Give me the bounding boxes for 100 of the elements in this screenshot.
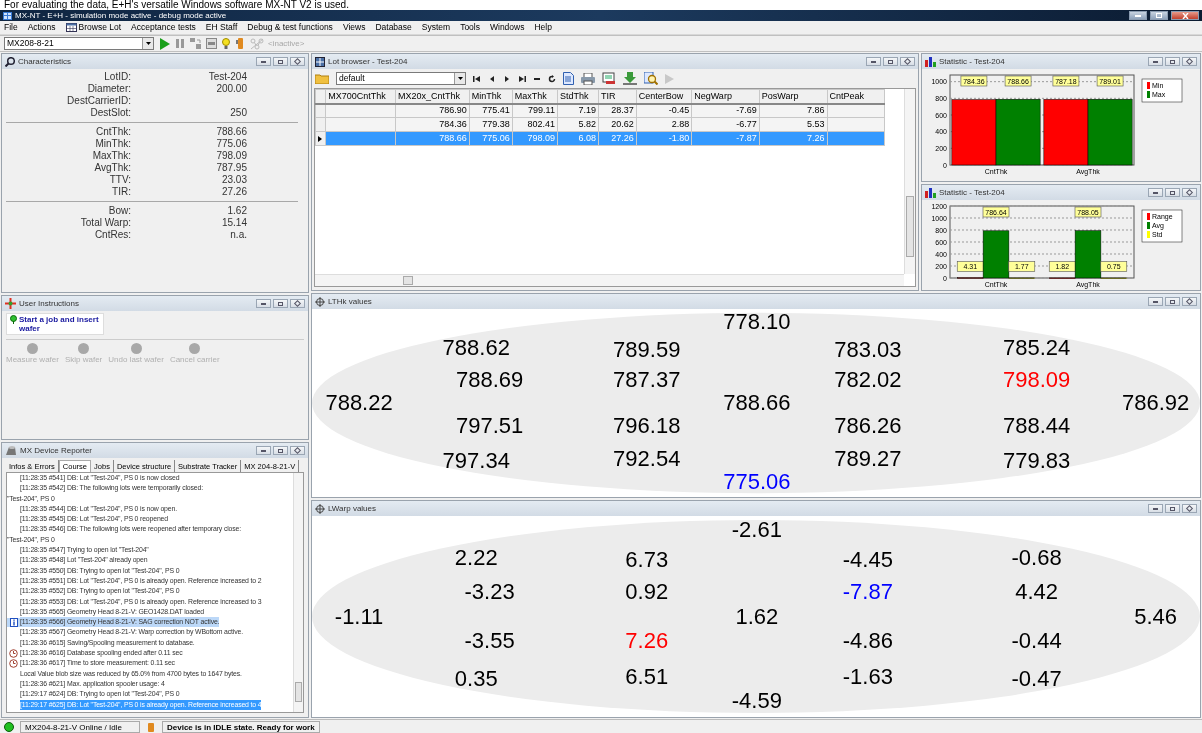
column-header[interactable]: MinThk [469, 89, 513, 104]
device-dropdown[interactable]: MX208-8-21 [4, 37, 154, 50]
table-row[interactable]: 786.90 775.41 799.11 7.19 28.37 -0.45 -7.69 7.86 [315, 103, 885, 118]
panel-minimize-button[interactable] [256, 57, 271, 66]
panel-title: Lot browser - Test-204 [328, 56, 409, 67]
menu-item[interactable]: EH Staff [205, 22, 238, 33]
panel-minimize-button[interactable] [256, 446, 271, 455]
last-icon[interactable] [518, 74, 526, 83]
menu-item[interactable]: Actions [27, 22, 56, 33]
panel-title: MX Device Reporter [20, 445, 94, 456]
panel-close-button[interactable] [290, 299, 305, 308]
panel-maximize-button[interactable] [1165, 188, 1180, 197]
scrollbar[interactable] [293, 473, 303, 712]
table-cell: 28.37 [611, 105, 634, 116]
map-value: 5.46 [1134, 605, 1177, 628]
view-dropdown[interactable]: default [336, 72, 466, 85]
column-header[interactable]: StdThk [557, 89, 599, 104]
menu-item[interactable]: Tools [460, 22, 480, 33]
column-header[interactable]: MX20x_CntThk [395, 89, 470, 104]
map-value: 797.51 [455, 414, 524, 437]
table-row[interactable]: 784.36 779.38 802.41 5.82 20.62 2.88 -6.77 5.53 [315, 117, 885, 132]
menu-item[interactable]: Windows [490, 22, 525, 33]
menu-item[interactable]: Acceptance tests [131, 22, 196, 33]
menu-item[interactable]: Debug & test functions [247, 22, 333, 33]
bar-chart-icon [925, 56, 936, 67]
close-button[interactable] [1171, 11, 1199, 20]
refresh-icon[interactable] [548, 74, 556, 83]
table-cell: 7.19 [578, 105, 596, 116]
menu-item[interactable]: Database [375, 22, 412, 33]
panel-close-button[interactable] [1182, 504, 1197, 513]
stop-icon[interactable] [206, 38, 217, 49]
column-header[interactable]: MaxThk [512, 89, 558, 104]
map-value: 2.22 [454, 547, 498, 570]
device-icon [146, 721, 156, 732]
map-value: 4.42 [1015, 581, 1058, 604]
panel-close-button[interactable] [1182, 57, 1197, 66]
document-icon[interactable] [563, 72, 574, 85]
map-value: 797.34 [442, 450, 510, 473]
menu-item[interactable]: System [421, 22, 451, 33]
next-icon[interactable] [503, 74, 511, 83]
panel-close-button[interactable] [900, 57, 915, 66]
field-label: AvgThk: [93, 162, 132, 174]
panel-maximize-button[interactable] [1165, 297, 1180, 306]
panel-close-button[interactable] [290, 446, 305, 455]
preview-icon[interactable] [644, 72, 658, 85]
bar [1087, 99, 1133, 166]
panel-maximize-button[interactable] [273, 446, 288, 455]
map-value: -0.44 [1011, 629, 1062, 652]
menu-item[interactable]: Help [534, 22, 552, 33]
printer-icon[interactable] [581, 72, 595, 85]
table-cell: 2.88 [671, 119, 690, 130]
download-icon[interactable] [623, 72, 637, 85]
map-value: 798.09 [1002, 369, 1071, 392]
panel-close-button[interactable] [1182, 188, 1197, 197]
column-header[interactable]: CntPeak [827, 89, 885, 104]
column-header[interactable]: PosWarp [759, 89, 827, 104]
panel-minimize-button[interactable] [1148, 297, 1163, 306]
panel-maximize-button[interactable] [883, 57, 898, 66]
caption-text: For evaluating the data, E+H's versatile Windows software MX-NT V2 is used. [0, 0, 1202, 10]
panel-maximize-button[interactable] [273, 299, 288, 308]
panel-minimize-button[interactable] [866, 57, 881, 66]
column-header[interactable]: TIR [598, 89, 637, 104]
panel-title: LTHk values [328, 296, 373, 307]
panel-maximize-button[interactable] [273, 57, 288, 66]
minimize-button[interactable] [1129, 11, 1147, 20]
row-pointer-icon [318, 135, 322, 142]
bar-chart-icon [925, 187, 936, 198]
scrollbar[interactable] [315, 274, 904, 286]
menu-item[interactable]: File [4, 22, 18, 33]
panel-close-button[interactable] [1182, 297, 1197, 306]
menu-item[interactable]: Views [342, 22, 366, 33]
map-value: 788.66 [723, 392, 791, 414]
panel-maximize-button[interactable] [1165, 57, 1180, 66]
panel-minimize-button[interactable] [256, 299, 271, 308]
map-value: 6.73 [625, 549, 669, 572]
panel-minimize-button[interactable] [1148, 188, 1163, 197]
folder-icon[interactable] [315, 73, 329, 84]
map-value: -4.59 [731, 689, 782, 712]
map-value: 785.24 [1002, 337, 1071, 360]
maximize-button[interactable] [1150, 11, 1168, 20]
map-value: 778.10 [723, 311, 791, 334]
panel-maximize-button[interactable] [1165, 504, 1180, 513]
column-header[interactable]: MX700CntThk [325, 89, 396, 104]
column-header[interactable]: NegWarp [691, 89, 760, 104]
field-value: 15.14 [221, 217, 247, 228]
map-value: -2.61 [731, 519, 782, 542]
bulb-icon[interactable] [222, 37, 230, 50]
menu-item[interactable]: Browse Lot [65, 22, 122, 33]
map-value: 786.92 [1121, 392, 1190, 414]
scrollbar[interactable] [904, 89, 915, 274]
map-value: 788.62 [442, 337, 510, 360]
map-value: 787.37 [613, 369, 681, 392]
play-icon[interactable] [159, 37, 170, 50]
panel-minimize-button[interactable] [1148, 57, 1163, 66]
first-icon[interactable] [473, 74, 481, 83]
previous-icon[interactable] [488, 74, 496, 83]
panel-close-button[interactable] [290, 57, 305, 66]
panel-minimize-button[interactable] [1148, 504, 1163, 513]
column-header[interactable]: CenterBow [636, 89, 692, 104]
map-value: 788.22 [325, 392, 393, 414]
